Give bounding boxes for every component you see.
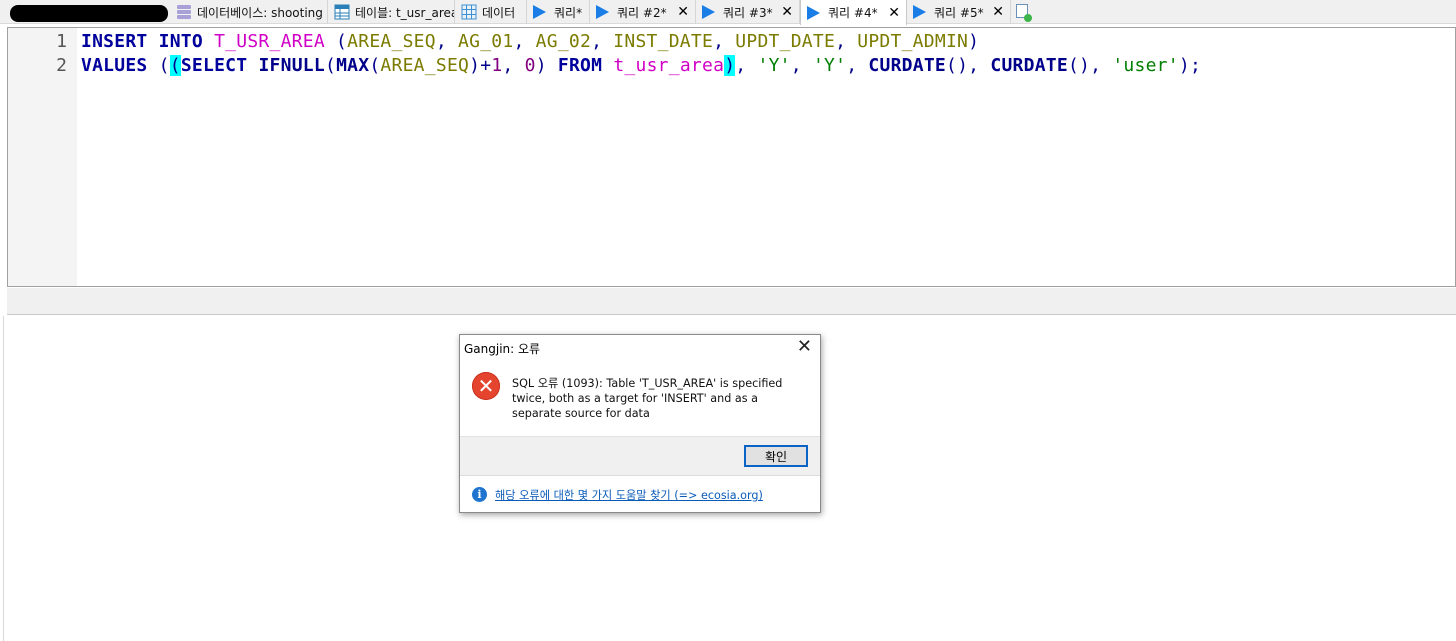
punctuation: )+ [469,55,492,76]
line-number: 1 [56,31,67,52]
tab-label: 쿼리 #5* [934,5,984,20]
function-name: IFNULL [258,55,325,76]
tab-query-5[interactable]: 쿼리 #5* ✕ [907,0,1011,24]
close-icon[interactable]: ✕ [888,6,900,20]
punctuation: (), [946,55,991,76]
code-line-2[interactable]: VALUES ((SELECT IFNULL(MAX(AREA_SEQ)+1, … [81,55,1201,76]
tab-label: 데이터베이스: shooting [197,5,323,20]
tab-query-2[interactable]: 쿼리 #2* ✕ [590,0,696,24]
keyword: INTO [158,31,203,52]
punctuation: ( [158,55,170,76]
punctuation: , [835,31,858,52]
punctuation: , [846,55,869,76]
table-name: T_USR_AREA [214,31,325,52]
close-icon[interactable]: ✕ [797,336,812,357]
sql-editor[interactable]: 1 2 INSERT INTO T_USR_AREA (AREA_SEQ, AG… [7,27,1456,287]
play-icon [596,5,609,19]
punctuation: , [513,31,536,52]
database-icon [176,4,192,20]
tab-label: 쿼리* [554,5,583,20]
number-literal: 0 [524,55,536,76]
punctuation: ( [369,55,381,76]
close-icon[interactable]: ✕ [992,5,1004,19]
column-name: AREA_SEQ [380,55,470,76]
new-query-tab-icon[interactable] [1016,4,1032,22]
punctuation: , [502,55,525,76]
punctuation: ) [535,55,558,76]
function-name: CURDATE [990,55,1068,76]
line-number: 2 [56,55,67,76]
play-icon [913,5,926,19]
punctuation: ( [336,31,348,52]
column-name: UPDT_DATE [735,31,836,52]
punctuation: ); [1178,55,1202,76]
info-icon: i [472,487,487,502]
string-literal: 'Y' [812,55,847,76]
error-message: SQL 오류 (1093): Table 'T_USR_AREA' is spe… [512,377,783,420]
results-splitter[interactable] [7,288,1456,315]
string-literal: 'user' [1112,55,1179,76]
tab-data[interactable]: 데이터 [455,0,527,24]
play-icon [702,5,715,19]
ok-button[interactable]: 확인 [744,445,808,467]
error-icon: ✕ [472,372,500,400]
punctuation: ( [324,55,337,76]
tab-table[interactable]: 테이블: t_usr_area [328,0,455,24]
punctuation: ) [968,31,980,52]
column-name: AREA_SEQ [347,31,436,52]
error-dialog: Gangjin: 오류 ✕ ✕ SQL 오류 (1093): Table 'T_… [459,334,821,513]
matched-brace: ( [169,55,181,76]
results-panel-edge [3,316,4,641]
column-name: INST_DATE [613,31,714,52]
punctuation: , [735,55,758,76]
function-name: MAX [336,55,370,76]
column-name: AG_01 [458,31,514,52]
matched-brace: ) [724,55,736,76]
keyword: VALUES [81,55,148,76]
function-name: CURDATE [868,55,946,76]
code-line-1[interactable]: INSERT INTO T_USR_AREA (AREA_SEQ, AG_01,… [81,31,979,52]
line-number-gutter: 1 2 [8,28,77,286]
keyword: INSERT [81,31,148,52]
keyword: SELECT [180,55,248,76]
dialog-button-bar: 확인 [460,436,820,476]
tab-label: 쿼리 #4* [828,6,878,20]
help-link[interactable]: 해당 오류에 대한 몇 가지 도움말 찾기 (=> ecosia.org) [495,487,763,503]
tab-label: 테이블: t_usr_area [355,5,455,20]
tab-query-4[interactable]: 쿼리 #4* ✕ [800,0,907,25]
keyword: FROM [557,55,603,76]
punctuation: (), [1067,55,1113,76]
tab-query-3[interactable]: 쿼리 #3* ✕ [696,0,800,24]
punctuation: , [713,31,736,52]
tab-label: 데이터 [482,5,516,20]
table-icon [334,4,350,20]
column-name: UPDT_ADMIN [857,31,969,52]
tab-bar: 데이터베이스: shooting 테이블: t_usr_area 데이터 쿼리*… [0,0,1456,25]
table-name: t_usr_area [613,55,725,76]
redacted-tab [10,5,168,22]
punctuation: , [790,55,813,76]
play-icon [807,5,820,20]
tab-label: 쿼리 #3* [723,5,773,20]
punctuation: , [435,31,459,52]
punctuation: , [591,31,614,52]
dialog-title: Gangjin: 오류 [464,342,541,356]
tab-query-1[interactable]: 쿼리* [527,0,590,24]
string-literal: 'Y' [757,55,791,76]
play-icon [533,5,546,19]
close-icon[interactable]: ✕ [677,5,689,19]
grid-icon [461,4,477,20]
tab-label: 쿼리 #2* [617,5,667,20]
number-literal: 1 [491,55,503,76]
column-name: AG_02 [535,31,592,52]
tab-database[interactable]: 데이터베이스: shooting [170,0,328,24]
close-icon[interactable]: ✕ [781,5,793,19]
